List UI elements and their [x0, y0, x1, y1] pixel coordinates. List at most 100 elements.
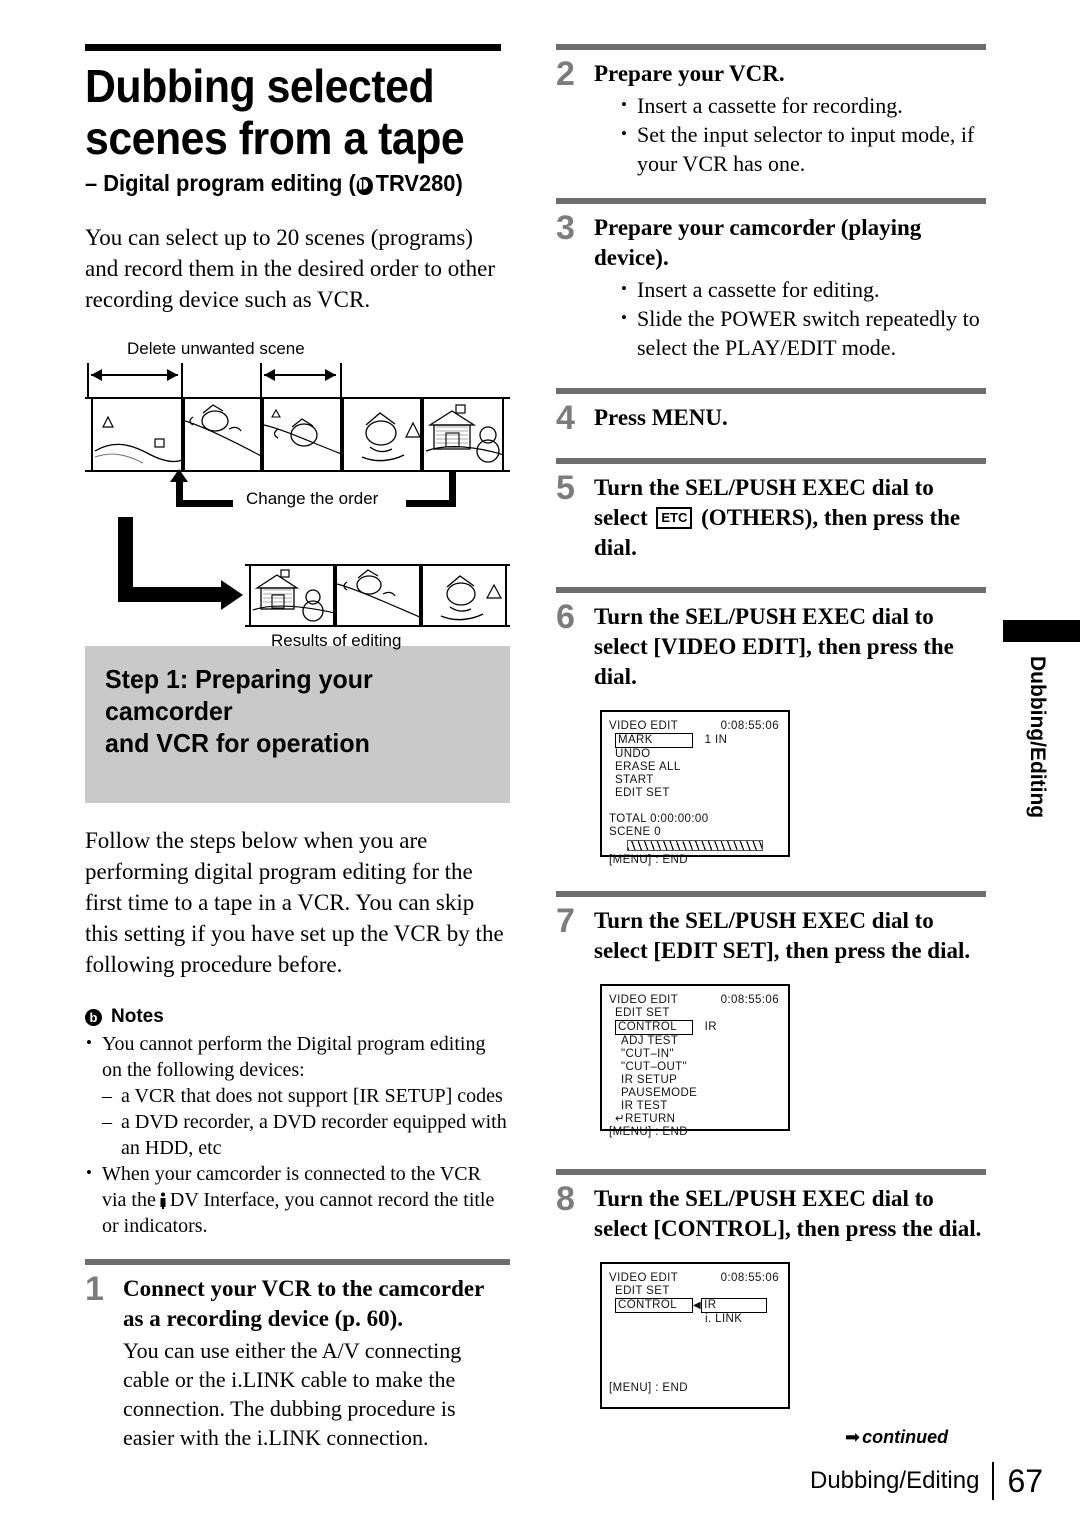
filmstrip-original [85, 397, 510, 472]
lcd-menu-item: PAUSEMODE [621, 1087, 698, 1099]
lcd-subheader: EDIT SET [615, 1285, 670, 1297]
step-title-post: (OTHERS), then press the dial. [594, 505, 961, 560]
filmstrip-frame [183, 399, 262, 470]
subtitle-prefix: – Digital program editing ( [85, 170, 356, 196]
lcd-menu-item: EDIT SET [615, 787, 670, 799]
filmstrip-frame [335, 566, 421, 625]
left-column: Dubbing selected scenes from a tape – Di… [85, 44, 510, 1452]
footer-divider [992, 1462, 995, 1500]
etc-menu-icon: ETC [656, 507, 693, 529]
lcd-selected-value: 1 IN [704, 734, 728, 746]
step-title: Connect your VCR to the camcorder as a r… [123, 1276, 484, 1331]
lcd-timecode: 0:08:55:06 [720, 1272, 779, 1284]
step-title: Turn the SEL/PUSH EXEC dial to select [V… [594, 604, 954, 689]
title-top-rule [85, 44, 501, 51]
note-item: You cannot perform the Digital program e… [85, 1030, 510, 1161]
diagram-label-delete: Delete unwanted scene [127, 339, 305, 358]
diagram-label-change-order: Change the order [240, 489, 385, 509]
lcd-footer: [MENU] : END [609, 1126, 688, 1138]
lcd-menu-item: "CUT–OUT" [621, 1061, 688, 1073]
lcd-header-row: VIDEO EDIT 0:08:55:06 [609, 720, 781, 733]
note-exclamation-icon: b [85, 1008, 102, 1026]
step-bullet-list: Insert a cassette for recording. Set the… [594, 90, 986, 178]
step-4: 4 Press MENU. [556, 388, 986, 435]
lcd-selected-item: CONTROL [615, 1020, 693, 1035]
filmstrip-frame [262, 399, 342, 470]
editing-diagram: Delete unwanted scene Change the order R… [85, 339, 510, 650]
lcd-header-row: VIDEO EDIT 0:08:55:06 [609, 1272, 781, 1285]
right-column: 2 Prepare your VCR. Insert a cassette fo… [556, 44, 986, 1409]
step-number: 5 [556, 469, 575, 507]
lcd-title: VIDEO EDIT [609, 720, 679, 732]
subtitle-model: TRV280 [375, 170, 456, 196]
step-title: Turn the SEL/PUSH EXEC dial to select ET… [594, 473, 986, 563]
lcd-timecode: 0:08:55:06 [720, 720, 779, 732]
lcd-menu-item: IR TEST [621, 1100, 668, 1112]
filmstrip-result [245, 564, 510, 627]
filmstrip-frame [342, 399, 422, 470]
step-divider [556, 1169, 986, 1175]
subtitle-suffix: ) [455, 170, 463, 196]
filmstrip-frame [421, 566, 507, 625]
step-title: Turn the SEL/PUSH EXEC dial to select [C… [594, 1186, 982, 1241]
continued-label: continued [862, 1427, 949, 1447]
reorder-line-left [176, 500, 233, 507]
lcd-spacer [609, 1326, 781, 1382]
page-footer: Dubbing/Editing 67 [810, 1462, 1043, 1500]
step-number: 8 [556, 1180, 575, 1218]
step1-paragraph: Follow the steps below when you are perf… [85, 828, 504, 977]
lcd-option-active: IR [701, 1298, 768, 1313]
step-divider [556, 891, 986, 897]
results-arrowhead [221, 580, 243, 610]
lcd-scene-bar [627, 840, 763, 851]
lcd-return-label: RETURN [625, 1113, 676, 1125]
lcd-screen-control-select: VIDEO EDIT 0:08:55:06 EDIT SET CONTROL ◀ I… [600, 1262, 790, 1409]
lcd-selected-row: MARK 1 IN [609, 733, 781, 748]
lcd-screen-edit-set: VIDEO EDIT 0:08:55:06 EDIT SET CONTROL I… [600, 984, 790, 1138]
step-number: 6 [556, 598, 575, 636]
lcd-timecode: 0:08:55:06 [720, 994, 779, 1006]
tick-mark [260, 363, 262, 399]
dcr-logo-icon [356, 177, 373, 195]
side-tab-bar [1003, 620, 1080, 642]
notes-heading-label: Notes [111, 1006, 164, 1027]
lcd-return-row: ↵RETURN [609, 1113, 781, 1126]
step-5: 5 Turn the SEL/PUSH EXEC dial to select … [556, 458, 986, 563]
tick-mark [340, 363, 342, 399]
lcd-footer: [MENU] : END [609, 854, 688, 866]
step-2: 2 Prepare your VCR. Insert a cassette fo… [556, 44, 986, 178]
page-title: Dubbing selected scenes from a tape [85, 60, 480, 164]
notes-heading: b Notes [85, 1006, 510, 1028]
step-divider [556, 587, 986, 593]
lcd-footer: [MENU] : END [609, 1382, 688, 1394]
step-bullet: Slide the POWER switch repeatedly to sel… [620, 303, 986, 362]
lcd-header-row: VIDEO EDIT 0:08:55:06 [609, 994, 781, 1007]
span-arrow-2 [264, 369, 336, 381]
footer-chapter: Dubbing/Editing [810, 1467, 980, 1494]
notes-sublist: a VCR that does not support [IR SETUP] c… [102, 1083, 510, 1161]
page-title-line1: Dubbing selected [85, 60, 435, 112]
lcd-option: i. LINK [705, 1313, 743, 1325]
lcd-selected-row: CONTROL IR [609, 1020, 781, 1035]
lcd-menu-item: "CUT–IN" [621, 1048, 674, 1060]
step1-heading-line2: and VCR for operation [105, 728, 370, 758]
lcd-menu-item: IR SETUP [621, 1074, 678, 1086]
lcd-menu-item: ERASE ALL [615, 761, 681, 773]
step-divider [556, 388, 986, 394]
page-subtitle: – Digital program editing ( TRV280) [85, 170, 489, 196]
page-title-line2: scenes from a tape [85, 112, 465, 164]
step-3: 3 Prepare your camcorder (playing device… [556, 198, 986, 362]
span-arrow-1 [91, 369, 178, 381]
step-title: Turn the SEL/PUSH EXEC dial to select [E… [594, 908, 971, 963]
note-item: When your camcorder is connected to the … [85, 1160, 510, 1239]
note-item-text: You cannot perform the Digital program e… [102, 1033, 486, 1081]
step-number: 1 [85, 1270, 104, 1308]
step-divider [556, 458, 986, 464]
step-divider [85, 1259, 510, 1265]
lcd-selected-value: IR [704, 1021, 717, 1033]
step1-heading: Step 1: Preparing your camcorder and VCR… [105, 663, 475, 759]
lcd-title: VIDEO EDIT [609, 1272, 679, 1284]
lcd-scene-row: SCENE 0 [609, 826, 662, 838]
step-number: 2 [556, 55, 575, 93]
manual-page: Dubbing selected scenes from a tape – Di… [0, 0, 1080, 1529]
